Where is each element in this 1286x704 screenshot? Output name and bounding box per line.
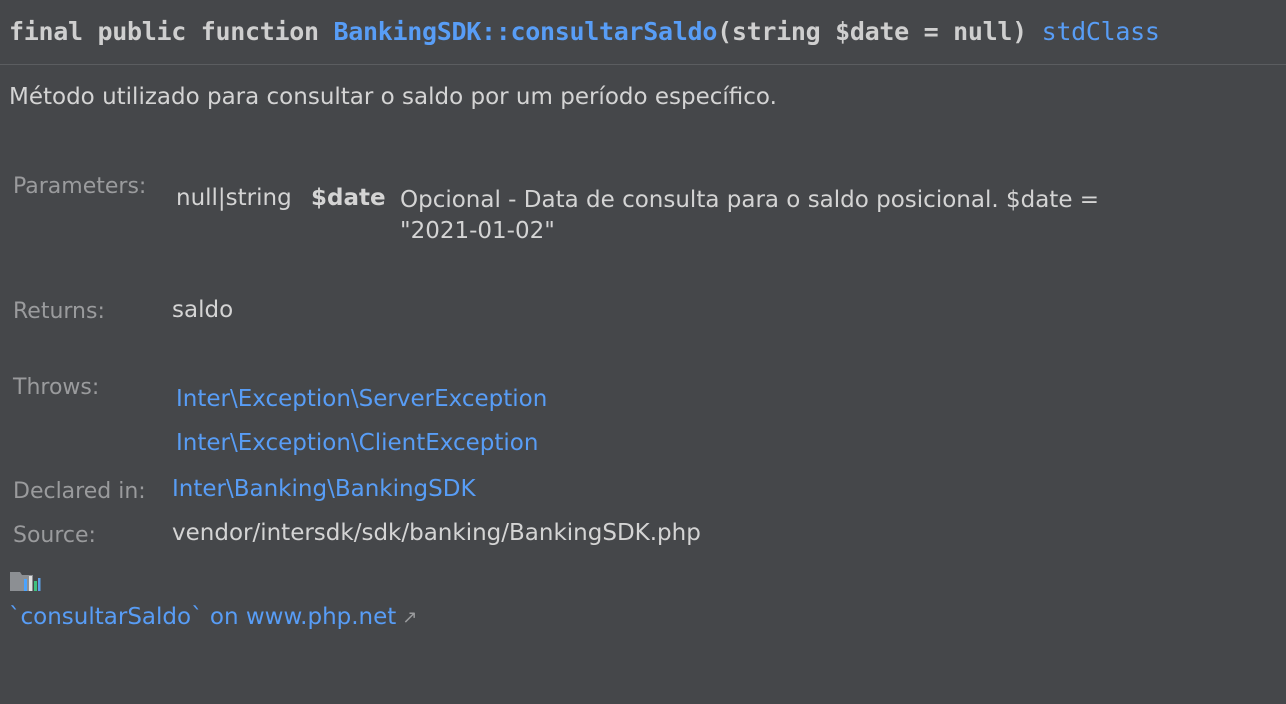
function-signature: final public function BankingSDK::consul…: [9, 14, 1160, 50]
php-net-link[interactable]: `consultarSaldo` on www.php.net ↗: [9, 604, 417, 630]
signature-qualified-name: BankingSDK::consultarSaldo: [333, 17, 718, 46]
declared-in-link[interactable]: Inter\Banking\BankingSDK: [172, 476, 476, 502]
returns-label: Returns:: [13, 299, 105, 324]
returns-value: saldo: [172, 297, 234, 323]
parameter-type: null|string: [176, 185, 292, 211]
source-path: vendor/intersdk/sdk/banking/BankingSDK.p…: [172, 520, 701, 546]
method-description: Método utilizado para consultar o saldo …: [9, 84, 777, 110]
header-divider: [0, 64, 1286, 65]
throws-label: Throws:: [13, 375, 100, 400]
source-label: Source:: [13, 523, 96, 548]
parameter-description: Opcional - Data de consulta para o saldo…: [400, 187, 1100, 244]
signature-return-type-link[interactable]: stdClass: [1042, 17, 1160, 46]
php-net-link-text: `consultarSaldo` on www.php.net: [9, 604, 397, 630]
external-link-icon: ↗: [402, 607, 418, 628]
throws-client-exception-link[interactable]: Inter\Exception\ClientException: [176, 430, 538, 456]
signature-prefix: final public function: [9, 17, 334, 46]
parameters-label: Parameters:: [13, 174, 147, 199]
throws-server-exception-link[interactable]: Inter\Exception\ServerException: [176, 386, 547, 412]
parameter-name: $date: [311, 185, 386, 211]
library-icon: [10, 572, 41, 591]
declared-in-label: Declared in:: [13, 479, 146, 504]
signature-params: (string $date = null): [717, 17, 1042, 46]
